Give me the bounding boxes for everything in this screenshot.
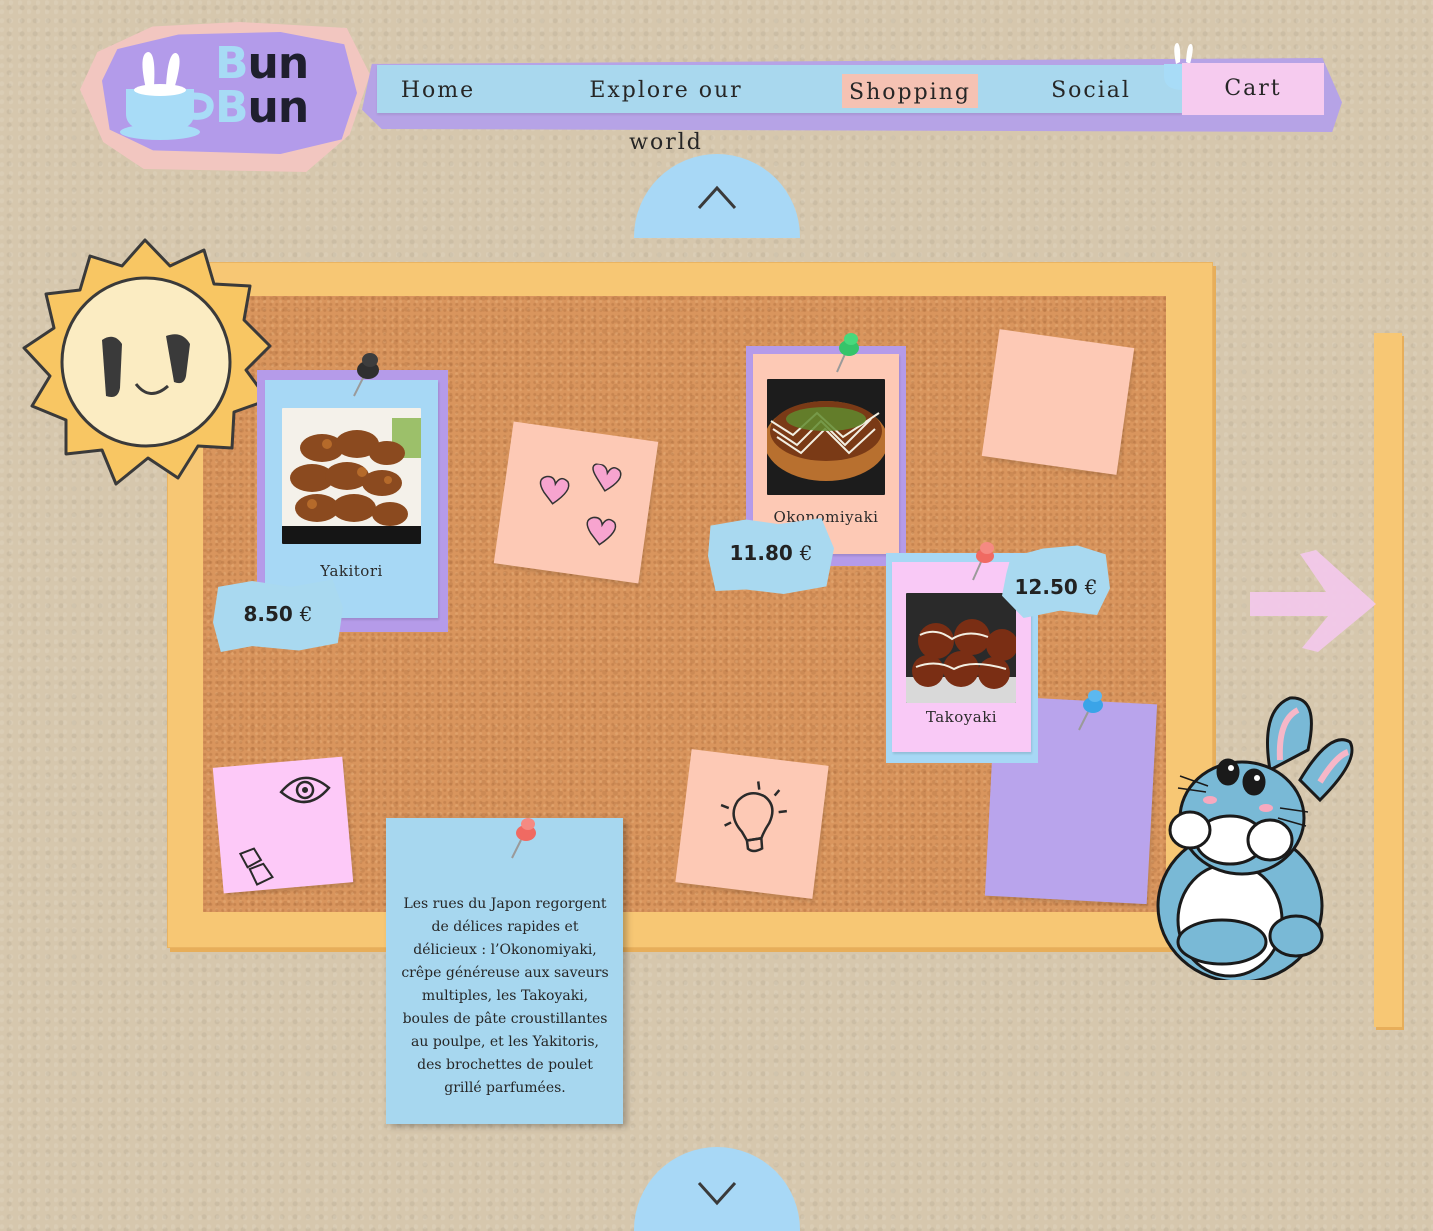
sticky-note-eye (212, 756, 354, 894)
push-pin-icon (836, 333, 859, 373)
product-name: Takoyaki (925, 708, 998, 726)
chain-link-icon (238, 847, 274, 886)
push-pin-icon (972, 542, 994, 581)
chevron-down-icon (697, 1181, 737, 1206)
okonomiyaki-photo (767, 379, 885, 495)
product-name: Okonomiyaki (773, 508, 879, 526)
logo[interactable]: Bun Bun (80, 22, 370, 172)
description-text: Les rues du Japon regorgent de délices r… (401, 896, 609, 1096)
logo-wordmark: Bun Bun (215, 38, 309, 133)
nav-item-shopping[interactable]: Shopping (842, 74, 978, 108)
scroll-up-button[interactable] (634, 154, 800, 238)
hearts-icon (539, 463, 622, 546)
cart-button[interactable]: Cart (1182, 63, 1324, 115)
yakitori-photo (282, 408, 421, 544)
chevron-up-icon (697, 185, 737, 210)
arrow-right-icon[interactable] (1248, 548, 1378, 656)
push-pin-icon (1078, 690, 1103, 731)
product-name: Yakitori (320, 562, 383, 580)
description-note: Les rues du Japon regorgent de délices r… (386, 818, 623, 1124)
side-rail (1374, 333, 1402, 1027)
takoyaki-photo (906, 593, 1016, 703)
product-card-yakitori[interactable]: Yakitori (265, 380, 438, 618)
price-tag-yakitori: 8.50 € (213, 579, 343, 652)
nav-item-explore[interactable]: Explore our world (555, 65, 777, 155)
sticky-note-hearts (493, 421, 659, 584)
scroll-down-button[interactable] (634, 1147, 800, 1231)
nav-item-home[interactable]: Home (395, 65, 481, 113)
lightbulb-icon (720, 781, 787, 853)
sticky-note-blank (981, 329, 1135, 475)
nav-item-social[interactable]: Social (1048, 65, 1134, 113)
push-pin-icon (511, 818, 536, 859)
eye-icon (279, 776, 331, 804)
bunny-mascot (1156, 696, 1354, 980)
cup-bunny-icon (120, 52, 214, 140)
push-pin-icon (353, 353, 379, 397)
sun-mascot (22, 238, 272, 486)
sticky-note-lightbulb (675, 749, 829, 899)
price-tag-okonomiyaki: 11.80 € (708, 518, 834, 594)
